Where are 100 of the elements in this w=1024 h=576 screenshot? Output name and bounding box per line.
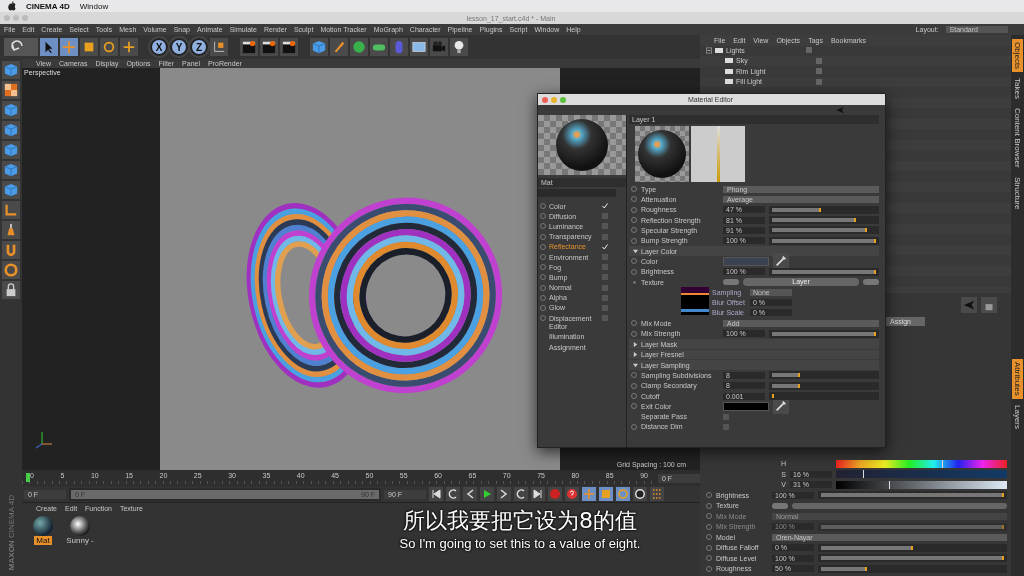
cube-icon[interactable]	[2, 101, 20, 119]
pen-icon[interactable]	[330, 38, 348, 56]
loop-arrow-icon[interactable]	[514, 487, 528, 501]
checkbox[interactable]	[602, 294, 608, 301]
clapperboard-icon[interactable]	[280, 38, 298, 56]
coordinate-system-icon[interactable]	[210, 38, 228, 56]
checkmark-icon[interactable]	[602, 203, 608, 210]
material-preview[interactable]	[33, 516, 53, 536]
checkbox[interactable]	[602, 304, 608, 311]
checkbox[interactable]	[602, 315, 608, 322]
checker-icon[interactable]	[2, 81, 20, 99]
slider-track[interactable]	[769, 392, 879, 400]
axis-lock-button[interactable]: Y	[170, 38, 188, 56]
checkbox[interactable]	[723, 413, 729, 420]
slider-track[interactable]	[769, 329, 879, 338]
side-tab[interactable]: Takes	[1012, 75, 1023, 103]
checkbox[interactable]	[723, 423, 729, 430]
slider-track[interactable]	[769, 236, 879, 245]
slider-track[interactable]	[818, 564, 1007, 573]
cube-icon[interactable]	[2, 161, 20, 179]
sphere-icon[interactable]	[350, 38, 368, 56]
checkbox[interactable]	[602, 274, 608, 281]
color-swatch[interactable]	[723, 256, 769, 266]
cursor-icon[interactable]	[40, 38, 58, 56]
side-tab[interactable]: Structure	[1012, 173, 1023, 213]
minimize-button[interactable]	[551, 96, 557, 103]
slider-track[interactable]	[769, 381, 879, 390]
clapperboard-icon[interactable]	[240, 38, 258, 56]
clapperboard-icon[interactable]	[260, 38, 278, 56]
cube-icon[interactable]	[2, 121, 20, 139]
minimize-button[interactable]	[13, 15, 19, 21]
checkmark-icon[interactable]	[602, 243, 608, 250]
side-tab[interactable]: Layers	[1012, 401, 1023, 432]
close-button[interactable]	[4, 15, 10, 21]
slider-track[interactable]	[818, 522, 1007, 531]
color-slider[interactable]	[836, 459, 1007, 468]
cube-icon[interactable]	[2, 181, 20, 199]
checkbox[interactable]	[602, 264, 608, 271]
lock-icon[interactable]	[2, 281, 20, 299]
angle-icon[interactable]	[2, 201, 20, 219]
slider-marker[interactable]	[863, 470, 865, 479]
skip-end-icon[interactable]	[531, 487, 545, 501]
slider-track[interactable]	[769, 216, 879, 225]
slider-track[interactable]	[818, 543, 1007, 552]
texture-menu-button[interactable]	[772, 502, 788, 509]
lock-icon[interactable]	[981, 297, 997, 313]
skip-start-icon[interactable]	[429, 487, 443, 501]
slider-track[interactable]	[769, 267, 879, 276]
texture-menu-button[interactable]	[723, 279, 739, 285]
slider-marker[interactable]	[942, 459, 943, 468]
zoom-button[interactable]	[22, 15, 28, 21]
texture-field[interactable]	[792, 502, 1007, 509]
grid-plane-icon[interactable]	[410, 38, 428, 56]
back-arrow-icon[interactable]	[835, 105, 845, 115]
side-tab[interactable]: Content Browser	[1012, 105, 1023, 171]
app-menu[interactable]: CINEMA 4D	[26, 1, 70, 11]
undo-icon[interactable]	[4, 38, 38, 56]
lightbulb-icon[interactable]	[450, 38, 468, 56]
back-arrow-icon[interactable]	[961, 297, 977, 313]
close-button[interactable]	[542, 96, 548, 103]
step-forward-icon[interactable]	[497, 487, 511, 501]
color-slider[interactable]	[836, 480, 1007, 489]
checkbox[interactable]	[602, 223, 608, 230]
slider-track[interactable]	[769, 226, 879, 235]
slider-track[interactable]	[818, 554, 1007, 563]
slider-track[interactable]	[818, 491, 1007, 500]
scale-icon[interactable]	[80, 38, 98, 56]
more-button[interactable]	[863, 279, 879, 285]
caret-right-icon[interactable]	[633, 341, 638, 347]
dotted-grid-icon[interactable]	[650, 487, 664, 501]
axis-lock-button[interactable]: Z	[190, 38, 208, 56]
menu-item[interactable]: Window	[79, 1, 109, 11]
capsule-icon[interactable]	[370, 38, 388, 56]
material-name[interactable]: Mat	[34, 536, 52, 545]
material-name[interactable]: Sunny -	[64, 536, 96, 545]
rotate-icon[interactable]	[100, 38, 118, 56]
cube-icon[interactable]	[2, 141, 20, 159]
loop-arrow-icon[interactable]	[446, 487, 460, 501]
side-tab[interactable]: Attributes	[1012, 359, 1023, 399]
checkbox[interactable]	[602, 233, 608, 240]
slider-marker[interactable]	[889, 480, 890, 489]
caret-right-icon[interactable]	[633, 352, 638, 357]
parameter-icon[interactable]	[633, 487, 647, 501]
brush-icon[interactable]	[2, 221, 20, 239]
zoom-button[interactable]	[560, 96, 566, 103]
checkbox[interactable]	[602, 284, 608, 291]
apple-logo-icon[interactable]	[8, 1, 16, 11]
slider-track[interactable]	[769, 371, 879, 380]
help-icon[interactable]	[565, 487, 579, 501]
cube-icon[interactable]	[2, 61, 20, 79]
color-swatch[interactable]	[723, 401, 769, 411]
play-icon[interactable]	[480, 487, 494, 501]
caret-down-icon[interactable]	[633, 362, 638, 368]
side-tab[interactable]: Objects	[1012, 39, 1023, 73]
checkbox[interactable]	[602, 254, 608, 261]
axis-lock-button[interactable]: X	[150, 38, 168, 56]
cube-icon[interactable]	[310, 38, 328, 56]
step-back-icon[interactable]	[463, 487, 477, 501]
eyedropper-icon[interactable]	[773, 253, 789, 270]
plus-icon[interactable]	[120, 38, 138, 56]
